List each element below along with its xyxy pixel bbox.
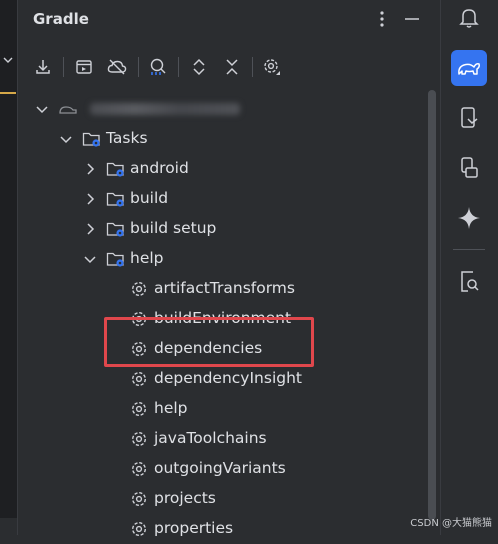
annotation-highlight-box [104,317,314,367]
gear-icon [131,401,147,417]
tree-label-group: android [130,159,189,177]
editor-corner [0,518,17,535]
tree-row-task[interactable]: properties [18,514,438,544]
task-folder-icon [106,222,124,237]
hide-panel-button[interactable] [401,8,423,30]
gear-icon [131,281,147,297]
tree-row-task[interactable]: projects [18,484,438,514]
toolbar-separator [178,57,179,77]
vertical-scrollbar[interactable] [428,90,436,520]
toolbar-separator [453,249,485,250]
chevron-down-icon [3,57,13,63]
toggle-offline-mode-button[interactable] [104,54,130,80]
panel-header: Gradle [18,0,440,38]
left-editor-strip [0,0,18,535]
offline-cloud-icon [107,59,127,75]
active-tab-indicator [0,92,16,94]
more-options-button[interactable] [371,8,393,30]
collapse-all-icon [226,59,238,75]
chevron-right-icon[interactable] [82,161,98,177]
chevron-down-icon[interactable] [82,251,98,267]
tree-row-group-help[interactable]: help [18,244,438,274]
run-config-icon [76,60,92,74]
expand-all-button[interactable] [186,54,212,80]
build-tool-settings-button[interactable] [259,54,285,80]
gear-icon [131,491,147,507]
analyze-dependencies-button[interactable] [145,54,171,80]
tree-row-group[interactable]: build setup [18,214,438,244]
project-name-blurred [90,103,240,115]
minimize-icon [405,18,419,20]
more-vertical-icon [380,11,384,27]
notifications-icon [459,9,479,28]
collapse-all-button[interactable] [219,54,245,80]
analyze-icon [150,58,166,75]
tree-label-task: outgoingVariants [154,459,286,477]
chevron-right-icon[interactable] [82,191,98,207]
right-tool-window-bar [440,0,498,535]
tree-row-task[interactable]: javaToolchains [18,424,438,454]
tree-row-task[interactable]: help [18,394,438,424]
gradle-tool-window: Gradle Tasks android build build setup h… [18,0,440,537]
tree-row-group[interactable]: build [18,184,438,214]
tree-label-task: dependencyInsight [154,369,302,387]
device-manager-icon [461,107,478,128]
chevron-down-icon[interactable] [58,131,74,147]
tree-label-task: artifactTransforms [154,279,295,297]
toolbar-separator [252,57,253,77]
chevron-right-icon[interactable] [82,221,98,237]
gradle-elephant-icon [59,106,77,114]
task-folder-icon [106,192,124,207]
app-inspection-icon [461,271,479,292]
tree-label-task: javaToolchains [154,429,267,447]
tree-label-tasks: Tasks [106,129,148,147]
panel-title: Gradle [33,10,89,28]
task-folder-icon [106,162,124,177]
tree-label-group: build setup [130,219,217,237]
tree-row-task[interactable]: outgoingVariants [18,454,438,484]
tree-label-group: help [130,249,164,267]
tree-label-task: help [154,399,188,417]
tree-row-task[interactable]: artifactTransforms [18,274,438,304]
notifications-button[interactable] [451,0,487,36]
tree-row-group[interactable]: android [18,154,438,184]
tree-row-project-root[interactable] [18,94,438,124]
tree-label-group: build [130,189,169,207]
tree-row-tasks[interactable]: Tasks [18,124,438,154]
chevron-down-icon[interactable] [34,101,50,117]
task-folder-icon [82,132,100,147]
gear-icon [131,521,147,537]
tree-row-task[interactable]: dependencyInsight [18,364,438,394]
task-folder-icon [106,252,124,267]
expand-all-icon [193,58,205,76]
tree-label-task: properties [154,519,234,537]
download-icon [36,60,50,74]
gemini-icon [458,207,480,229]
app-inspection-button[interactable] [451,264,487,300]
gradle-icon [458,63,480,75]
settings-icon [264,59,280,75]
running-devices-button[interactable] [451,150,487,186]
reload-all-projects-button[interactable] [30,54,56,80]
watermark: CSDN @大猫熊猫 [410,518,492,529]
gradle-tool-button[interactable] [451,50,487,86]
toolbar-separator [138,57,139,77]
gear-icon [131,371,147,387]
gradle-toolbar [18,50,440,84]
gear-icon [131,461,147,477]
device-manager-button[interactable] [451,100,487,136]
tree-label-task: projects [154,489,216,507]
gemini-button[interactable] [451,200,487,236]
gear-icon [131,431,147,447]
execute-task-button[interactable] [71,54,97,80]
running-devices-icon [461,157,478,178]
toolbar-separator [63,57,64,77]
